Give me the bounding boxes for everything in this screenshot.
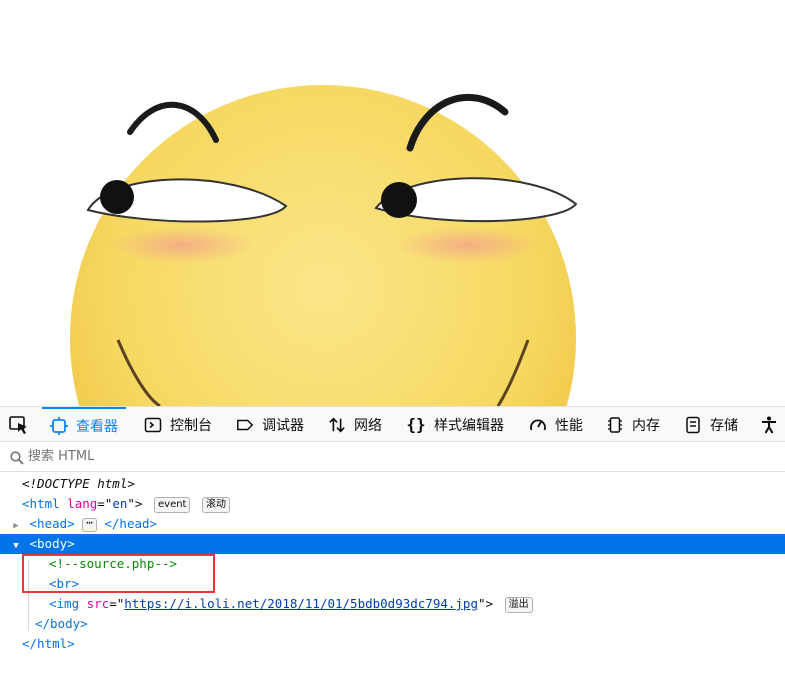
tag-text: <head>	[29, 516, 75, 531]
tag-text: </head>	[104, 516, 158, 531]
tag-text: </body>	[35, 616, 88, 631]
tab-label: 内存	[632, 417, 660, 434]
storage-icon	[684, 416, 702, 434]
markup-node-html-close[interactable]: </html>	[0, 634, 785, 654]
overflow-badge[interactable]: 溢出	[504, 596, 533, 613]
performance-icon	[529, 416, 547, 434]
memory-icon	[606, 416, 624, 434]
page-viewport	[0, 0, 785, 406]
markup-node-img[interactable]: <img src="https://i.loli.net/2018/11/01/…	[0, 594, 785, 614]
attr-name: lang	[67, 496, 98, 511]
tab-style-editor[interactable]: {} 样式编辑器	[406, 407, 504, 442]
markup-node-doctype[interactable]: <!DOCTYPE html>	[0, 474, 785, 494]
attr-eq: ="	[109, 596, 125, 611]
tab-label: 查看器	[76, 418, 118, 435]
devtools-toolbar: 查看器 控制台 调试器 网络 {} 样式编辑器 性能 内存 存储	[0, 406, 785, 442]
markup-node-body[interactable]: ▼ <body>	[0, 534, 785, 554]
tab-label: 调试器	[262, 417, 304, 434]
tab-label: 控制台	[170, 417, 212, 434]
tab-label: 存储	[710, 417, 738, 434]
annotation-highlight-box	[22, 554, 215, 593]
markup-node-html[interactable]: <html lang="en"> event 滚动	[0, 494, 785, 514]
event-badge[interactable]: event	[154, 496, 191, 513]
tab-accessibility[interactable]	[760, 407, 785, 442]
devtools-panel: 查看器 控制台 调试器 网络 {} 样式编辑器 性能 内存 存储 搜索 HTML…	[0, 406, 785, 678]
tab-label: 性能	[555, 417, 583, 434]
attr-name: src	[86, 596, 110, 611]
collapse-arrow-icon[interactable]: ▼	[10, 536, 22, 556]
collapsed-ellipsis[interactable]: ⋯	[82, 517, 97, 532]
network-icon	[328, 416, 346, 434]
tab-memory[interactable]: 内存	[606, 407, 660, 442]
tag-text: </html>	[22, 636, 75, 651]
tag-close: ">	[478, 596, 494, 611]
markup-node-head[interactable]: ▶ <head> ⋯ </head>	[0, 514, 785, 534]
tab-console[interactable]: 控制台	[144, 407, 212, 442]
tab-storage[interactable]: 存储	[684, 407, 738, 442]
tag-text: <img	[49, 596, 80, 611]
search-html-input[interactable]	[28, 446, 328, 466]
style-editor-icon: {}	[406, 415, 426, 434]
debugger-icon	[236, 416, 254, 434]
scroll-badge[interactable]: 滚动	[202, 496, 231, 513]
tag-close: ">	[127, 496, 143, 511]
tab-label: 样式编辑器	[434, 417, 504, 434]
tab-debugger[interactable]: 调试器	[236, 407, 304, 442]
tag-text: <html	[22, 496, 60, 511]
console-icon	[144, 416, 162, 434]
attr-value: en	[112, 496, 128, 511]
markup-node-body-close[interactable]: </body>	[0, 614, 785, 634]
element-picker-icon[interactable]	[7, 414, 31, 436]
tab-label: 网络	[354, 417, 382, 434]
tab-performance[interactable]: 性能	[529, 407, 583, 442]
attr-eq: ="	[97, 496, 113, 511]
inspector-icon	[50, 416, 68, 435]
emoji-face-image	[70, 85, 578, 406]
img-src-link[interactable]: https://i.loli.net/2018/11/01/5bdb0d93dc…	[124, 596, 478, 611]
doctype-text: <!DOCTYPE html>	[22, 476, 135, 491]
tab-network[interactable]: 网络	[328, 407, 382, 442]
accessibility-icon	[760, 416, 778, 434]
html-search-bar	[0, 442, 785, 472]
search-icon	[10, 450, 24, 465]
expand-arrow-icon[interactable]: ▶	[10, 516, 22, 536]
tag-text: <body>	[29, 536, 75, 551]
tab-inspector[interactable]: 查看器	[42, 407, 126, 442]
